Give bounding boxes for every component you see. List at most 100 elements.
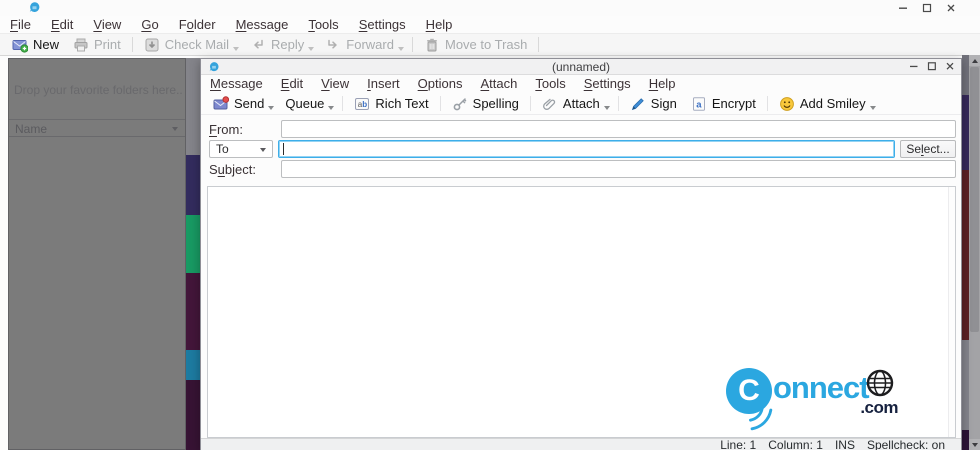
status-insert-mode: INS <box>834 438 855 450</box>
folder-list-name-header[interactable]: Name <box>9 119 185 137</box>
folder-sidebar: Drop your favorite folders here... Name <box>8 58 186 450</box>
rich-text-label: Rich Text <box>375 96 429 111</box>
scroll-up-icon[interactable] <box>969 55 980 66</box>
menu-attach[interactable]: Attach <box>471 75 526 93</box>
globe-icon <box>866 369 894 397</box>
sign-label: Sign <box>650 96 677 111</box>
new-label: New <box>33 37 60 52</box>
toolbar-separator <box>342 96 344 111</box>
menu-file[interactable]: File <box>0 16 41 33</box>
compose-window: (unnamed) Message Edit View Insert Options At… <box>200 58 962 450</box>
menu-help[interactable]: Help <box>416 16 463 33</box>
toolbar-separator <box>766 96 768 111</box>
menu-message[interactable]: Message <box>201 75 272 93</box>
scrollbar-thumb[interactable] <box>970 67 979 332</box>
dropdown-caret-icon[interactable] <box>869 105 876 110</box>
sign-icon <box>630 96 646 112</box>
forward-icon <box>325 37 341 53</box>
menu-edit[interactable]: Edit <box>272 75 312 93</box>
encrypt-button[interactable]: a Encrypt <box>684 93 763 114</box>
wallpaper-strip-left <box>186 58 200 450</box>
send-button[interactable]: Send <box>206 93 271 114</box>
compose-minimize-icon[interactable] <box>908 60 919 72</box>
reply-icon <box>250 37 266 53</box>
print-button[interactable]: Print <box>66 34 128 55</box>
compose-titlebar[interactable]: (unnamed) <box>201 59 961 75</box>
logo-wordmark: onnect <box>773 370 870 405</box>
favorite-folders-dropzone[interactable]: Drop your favorite folders here... <box>9 59 185 119</box>
signal-arcs-icon <box>749 407 773 431</box>
menu-edit[interactable]: Edit <box>41 16 83 33</box>
dropdown-caret-icon[interactable] <box>328 105 335 110</box>
attach-label: Attach <box>562 96 600 111</box>
move-to-trash-button[interactable]: Move to Trash <box>417 34 534 55</box>
dropdown-caret-icon[interactable] <box>603 105 610 110</box>
menu-folder[interactable]: Folder <box>169 16 226 33</box>
sign-button[interactable]: Sign <box>623 93 684 114</box>
menu-options[interactable]: Options <box>409 75 472 93</box>
menu-help[interactable]: Help <box>640 75 685 93</box>
new-button[interactable]: New <box>5 34 66 55</box>
from-input[interactable] <box>281 120 956 138</box>
menu-settings[interactable]: Settings <box>349 16 416 33</box>
add-smiley-button[interactable]: Add Smiley <box>772 93 873 114</box>
folder-header-label: Name <box>15 122 48 136</box>
print-label: Print <box>94 37 121 52</box>
dropdown-caret-icon[interactable] <box>268 105 275 110</box>
to-input[interactable] <box>278 140 895 158</box>
queue-button[interactable]: Queue <box>278 93 331 114</box>
status-line: Line: 1 <box>720 438 757 450</box>
check-mail-button[interactable]: Check Mail <box>137 34 236 55</box>
menu-go[interactable]: Go <box>131 16 168 33</box>
subject-input[interactable] <box>281 160 956 178</box>
menu-insert[interactable]: Insert <box>358 75 409 93</box>
toolbar-separator <box>538 37 540 52</box>
rich-text-button[interactable]: a b Rich Text <box>347 93 435 114</box>
svg-text:b: b <box>363 100 368 109</box>
toolbar-separator <box>529 96 531 111</box>
check-mail-icon <box>144 37 160 53</box>
minimize-icon[interactable] <box>897 2 908 14</box>
encrypt-icon: a <box>691 96 707 112</box>
close-icon[interactable] <box>945 2 956 14</box>
reply-button[interactable]: Reply <box>243 34 311 55</box>
main-toolbar: New Print Check Mail Reply Forward Move to Tr… <box>0 33 980 56</box>
status-spellcheck: Spellcheck: on <box>866 438 945 450</box>
toolbar-separator <box>439 96 441 111</box>
desktop: File Edit View Go Folder Message Tools Settings… <box>0 0 980 450</box>
menu-view[interactable]: View <box>83 16 131 33</box>
attach-button[interactable]: Attach <box>535 93 607 114</box>
menu-settings[interactable]: Settings <box>575 75 640 93</box>
menu-view[interactable]: View <box>312 75 358 93</box>
message-body-editor[interactable]: C onnect .com <box>207 186 956 438</box>
main-window-titlebar[interactable] <box>0 0 980 16</box>
dropdown-caret-icon[interactable] <box>308 46 315 51</box>
menu-tools[interactable]: Tools <box>298 16 348 33</box>
right-scrollbar[interactable] <box>969 55 980 450</box>
compose-menubar: Message Edit View Insert Options Attach Tools S… <box>201 75 961 93</box>
scroll-down-icon[interactable] <box>969 439 980 450</box>
smiley-icon <box>779 96 795 112</box>
combo-caret-icon <box>260 148 266 152</box>
mail-new-icon <box>12 37 28 53</box>
toolbar-separator <box>131 37 133 52</box>
wallpaper-strip-right <box>962 55 969 450</box>
richtext-icon: ab <box>354 96 370 112</box>
forward-button[interactable]: Forward <box>318 34 401 55</box>
recipient-type-selector[interactable]: To <box>209 140 273 158</box>
dropdown-caret-icon[interactable] <box>397 46 404 51</box>
menu-tools[interactable]: Tools <box>526 75 574 93</box>
forward-label: Forward <box>346 37 394 52</box>
maximize-icon[interactable] <box>921 2 932 14</box>
dropdown-caret-icon[interactable] <box>233 46 240 51</box>
menu-message[interactable]: Message <box>226 16 299 33</box>
compose-maximize-icon[interactable] <box>926 60 937 72</box>
sort-caret-icon <box>172 127 178 131</box>
main-window-controls <box>897 2 956 14</box>
select-recipients-button[interactable]: Se l ect... <box>900 140 956 158</box>
compose-toolbar: Send Queue a b Rich Text Spelling Attach Sign a E… <box>201 93 961 115</box>
editor-scrollbar-track[interactable] <box>948 187 955 437</box>
compose-close-icon[interactable] <box>944 60 955 72</box>
spelling-button[interactable]: Spelling <box>445 93 526 114</box>
attach-icon <box>542 96 558 112</box>
